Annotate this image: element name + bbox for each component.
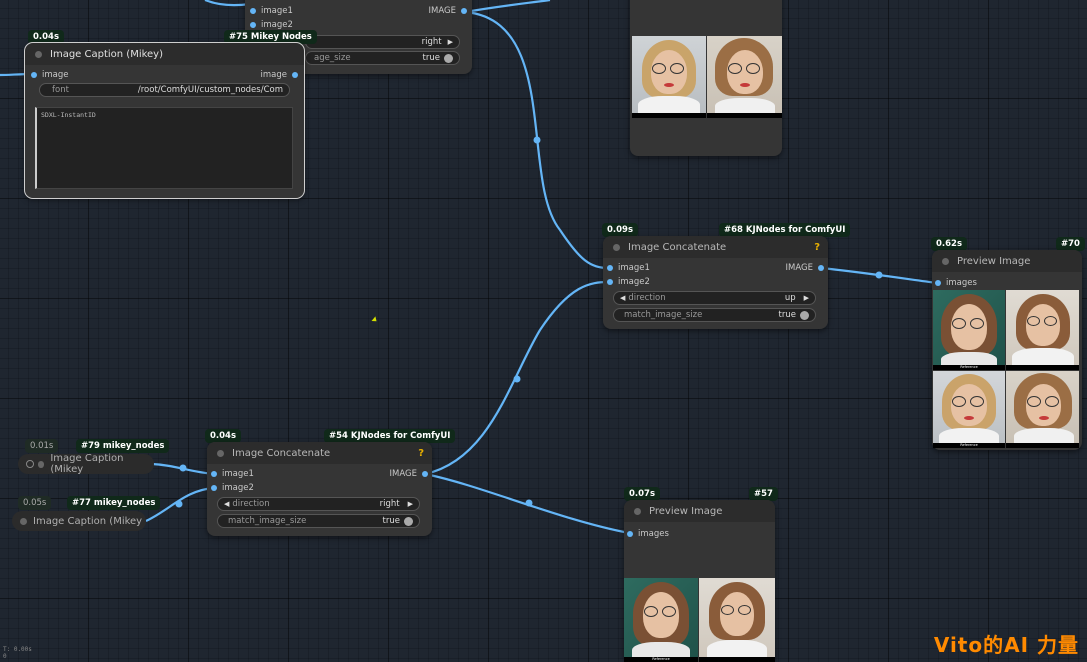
top-preview-image-node[interactable] bbox=[630, 0, 782, 156]
toggle-knob-icon bbox=[800, 310, 809, 320]
collapse-dot-icon[interactable] bbox=[37, 460, 45, 468]
image-caption-node-77-collapsed[interactable]: Image Caption (Mikey bbox=[12, 511, 146, 531]
execution-time-badge: 0.04s bbox=[28, 30, 65, 44]
node-header[interactable]: Image Caption (Mikey) bbox=[25, 43, 304, 65]
node-header[interactable]: Preview Image bbox=[624, 500, 775, 522]
input-slot-images[interactable]: images bbox=[935, 278, 977, 288]
node-header[interactable]: Image Concatenate ? bbox=[207, 442, 432, 464]
input-dot-icon bbox=[211, 485, 217, 491]
help-icon[interactable]: ? bbox=[814, 242, 820, 253]
image-caption-node-75[interactable]: Image Caption (Mikey) image image font /… bbox=[24, 42, 305, 199]
collapse-dot-icon[interactable] bbox=[613, 243, 620, 251]
execution-time-badge: 0.01s bbox=[25, 439, 59, 453]
node-header[interactable]: Preview Image bbox=[932, 250, 1082, 272]
collapse-dot-icon[interactable] bbox=[35, 50, 42, 58]
input-slot-image2[interactable]: image2 bbox=[607, 277, 650, 287]
input-dot-icon bbox=[250, 8, 256, 14]
collapse-dot-icon[interactable] bbox=[217, 449, 224, 457]
output-slot-image[interactable]: IMAGE bbox=[786, 263, 824, 273]
toggle-knob-icon bbox=[404, 516, 413, 526]
node-id-badge: #70 bbox=[1056, 237, 1085, 251]
arrow-left-icon[interactable]: ◀ bbox=[224, 500, 229, 508]
direction-combo[interactable]: ◀ direction up ▶ bbox=[613, 291, 816, 305]
output-slot-image[interactable]: image bbox=[261, 70, 298, 80]
arrow-left-icon[interactable]: ◀ bbox=[620, 294, 625, 302]
collapse-dot-icon[interactable] bbox=[634, 507, 641, 515]
input-dot-icon bbox=[250, 22, 256, 28]
preview-image-node-57[interactable]: Preview Image images Reference bbox=[624, 500, 775, 662]
preview-image-node-70[interactable]: Preview Image images Reference Reference bbox=[932, 250, 1082, 450]
input-dot-icon bbox=[211, 471, 217, 477]
watermark-logo: Vito的AI 力量 bbox=[933, 633, 1079, 657]
execution-time-badge: 0.07s bbox=[624, 487, 661, 501]
output-dot-icon bbox=[461, 8, 467, 14]
portrait-photo: Reference bbox=[933, 290, 1005, 370]
input-slot-image2[interactable]: image2 bbox=[211, 483, 254, 493]
toggle-knob-icon bbox=[444, 53, 453, 63]
arrow-right-icon: ▶ bbox=[447, 38, 453, 46]
settings-circle-icon[interactable] bbox=[26, 460, 34, 468]
portrait-photo bbox=[1006, 371, 1079, 448]
collapse-dot-icon[interactable] bbox=[942, 257, 949, 265]
input-dot-icon bbox=[607, 279, 613, 285]
input-dot-icon bbox=[627, 531, 633, 537]
node-graph-canvas[interactable]: image1 image2 IMAGE right ▶ age_size tru… bbox=[0, 0, 1087, 662]
arrow-right-icon[interactable]: ▶ bbox=[408, 500, 413, 508]
portrait-photo bbox=[699, 578, 775, 662]
collapse-dot-icon[interactable] bbox=[20, 517, 27, 525]
match-image-size-toggle[interactable]: match_image_size true bbox=[613, 308, 816, 322]
node-id-badge: #68 KJNodes for ComfyUI bbox=[719, 223, 851, 237]
input-dot-icon bbox=[607, 265, 613, 271]
input-slot-image1[interactable]: image1 bbox=[607, 263, 650, 273]
execution-time-badge: 0.62s bbox=[931, 237, 968, 251]
output-dot-icon bbox=[422, 471, 428, 477]
execution-time-badge: 0.09s bbox=[602, 223, 639, 237]
link-top-left bbox=[204, 0, 251, 7]
output-slot-image[interactable]: IMAGE bbox=[390, 469, 428, 479]
node-id-badge: #77 mikey_nodes bbox=[67, 496, 161, 510]
portrait-photo bbox=[1006, 290, 1079, 370]
portrait-photo: Reference bbox=[933, 371, 1005, 448]
render-stats: T: 0.00s 0 bbox=[3, 646, 32, 660]
output-dot-icon bbox=[818, 265, 824, 271]
direction-combo[interactable]: right ▶ bbox=[305, 35, 460, 49]
arrow-right-icon[interactable]: ▶ bbox=[804, 294, 809, 302]
preview-output-image bbox=[632, 36, 782, 118]
node-id-badge: #75 Mikey Nodes bbox=[224, 30, 317, 44]
execution-time-badge: 0.04s bbox=[205, 429, 242, 443]
help-icon[interactable]: ? bbox=[418, 448, 424, 459]
match-image-size-toggle[interactable]: age_size true bbox=[305, 51, 460, 65]
node-id-badge: #79 mikey_nodes bbox=[76, 439, 170, 453]
direction-combo[interactable]: ◀ direction right ▶ bbox=[217, 497, 420, 511]
input-slot-image1[interactable]: image1 bbox=[211, 469, 254, 479]
font-path-field[interactable]: font /root/ComfyUI/custom_nodes/Com bbox=[39, 83, 290, 97]
input-slot-images[interactable]: images bbox=[627, 529, 669, 539]
portrait-photo bbox=[632, 36, 706, 118]
link-top-out-right bbox=[464, 0, 551, 14]
image-concatenate-node-54[interactable]: Image Concatenate ? image1 image2 IMAGE … bbox=[207, 442, 432, 536]
input-dot-icon bbox=[31, 72, 37, 78]
output-slot-image[interactable]: IMAGE bbox=[429, 6, 467, 16]
node-id-badge: #57 bbox=[749, 487, 778, 501]
execution-time-badge: 0.05s bbox=[18, 496, 52, 510]
portrait-photo bbox=[707, 36, 782, 118]
caption-text-area[interactable]: SDXL-InstantID bbox=[35, 107, 293, 189]
node-header[interactable]: Image Concatenate ? bbox=[603, 236, 828, 258]
input-dot-icon bbox=[935, 280, 941, 286]
input-slot-image1[interactable]: image1 bbox=[250, 6, 293, 16]
preview-output-image: Reference bbox=[624, 578, 775, 662]
input-slot-image[interactable]: image bbox=[31, 70, 68, 80]
preview-output-image: Reference Reference bbox=[933, 290, 1079, 448]
node-id-badge: #54 KJNodes for ComfyUI bbox=[324, 429, 456, 443]
match-image-size-toggle[interactable]: match_image_size true bbox=[217, 514, 420, 528]
input-slot-image2[interactable]: image2 bbox=[250, 20, 293, 30]
portrait-photo: Reference bbox=[624, 578, 698, 662]
image-concatenate-node-68[interactable]: Image Concatenate ? image1 image2 IMAGE … bbox=[603, 236, 828, 329]
output-dot-icon bbox=[292, 72, 298, 78]
image-caption-node-79-collapsed[interactable]: Image Caption (Mikey bbox=[18, 453, 154, 475]
